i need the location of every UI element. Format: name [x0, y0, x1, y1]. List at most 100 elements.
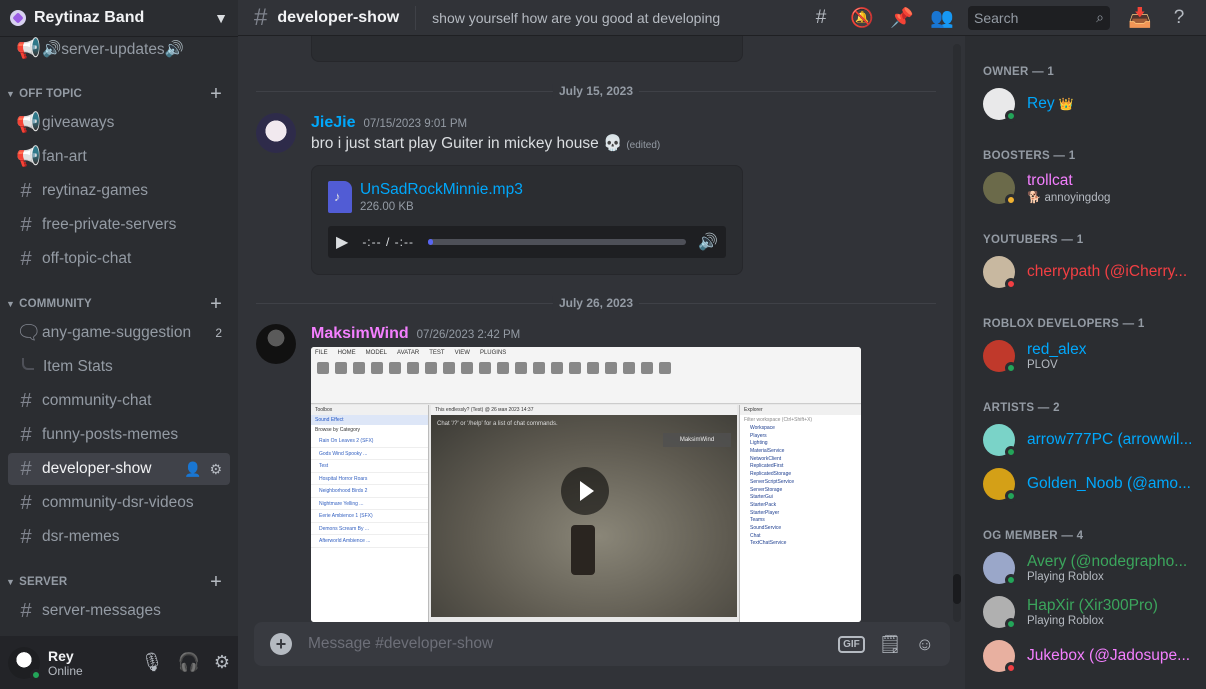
gear-icon[interactable]: ⚙ [214, 652, 230, 673]
member-item[interactable]: HapXir (Xir300Pro) Playing Roblox [983, 592, 1198, 632]
member-item[interactable]: red_alex PLOV [983, 336, 1198, 376]
channel-label: fan-art [42, 148, 87, 165]
gif-button[interactable]: GIF [838, 635, 865, 653]
audio-time: -:-- / -:-- [362, 235, 414, 249]
invite-icon[interactable]: 👤 [184, 461, 201, 478]
chevron-down-icon[interactable]: ▼ [214, 10, 228, 26]
gear-icon[interactable]: ⚙ [209, 461, 222, 478]
channel-developer-show[interactable]: # developer-show 👤 ⚙ [8, 453, 230, 485]
play-icon[interactable] [561, 467, 609, 515]
hash-icon: # [254, 3, 268, 31]
add-channel-icon[interactable]: + [210, 571, 222, 594]
explorer-item: Chat [750, 532, 761, 539]
channel-server-messages[interactable]: # server-messages [8, 595, 230, 627]
audio-progress-bar[interactable] [427, 239, 687, 245]
channel-server-updates[interactable]: 📢 🔊server-updates🔊 [8, 36, 230, 65]
channel-off-topic-chat[interactable]: # off-topic-chat [8, 243, 230, 275]
scrollbar[interactable] [953, 44, 961, 622]
message-input[interactable] [308, 635, 825, 653]
member-name: trollcat [1027, 172, 1073, 189]
edited-label: (edited) [626, 140, 661, 151]
audio-player: ▶ -:-- / -:-- 🔊 [328, 226, 726, 258]
explorer-item: ServerScriptService [750, 478, 795, 485]
headphones-icon[interactable]: 🎧 [177, 652, 199, 673]
emoji-icon[interactable]: ☺ [916, 634, 934, 655]
channel-community-chat[interactable]: # community-chat [8, 385, 230, 417]
member-group-title: OG MEMBER — 4 [983, 530, 1084, 542]
channel-free-private-servers[interactable]: # free-private-servers [8, 209, 230, 241]
ribbon-tools [317, 362, 671, 374]
file-link[interactable]: UnSadRockMinnie.mp3 [360, 181, 523, 199]
channel-dsr-memes[interactable]: # dsr-memes [8, 521, 230, 553]
inbox-icon[interactable]: 📥 [1128, 6, 1152, 30]
channel-fan-art[interactable]: 📢 fan-art [8, 141, 230, 173]
sticker-icon[interactable]: 🗒 [879, 634, 902, 655]
toolbox-item: Neighborhood Birds 2 [311, 485, 428, 498]
toolbox-item: Afterworld Ambience ... [311, 535, 428, 548]
channel-label: 🔊server-updates🔊 [42, 40, 184, 58]
member-item[interactable]: arrow777PC (arrowwil... [983, 420, 1198, 460]
user-panel: Rey Online 🎙 🎧 ⚙ [0, 636, 238, 689]
explorer-item: MaterialService [750, 448, 785, 455]
avatar[interactable] [8, 646, 42, 681]
channel-funny-posts-memes[interactable]: # funny-posts-memes [8, 419, 230, 451]
channel-any-game-suggestion[interactable]: 🗨 any-game-suggestion 2 [8, 317, 230, 349]
search-placeholder: Search [974, 9, 1019, 26]
channel-label: community-dsr-videos [42, 494, 194, 511]
character-figure [571, 525, 595, 575]
message-author[interactable]: JieJie [311, 114, 355, 132]
help-icon[interactable]: ? [1168, 7, 1190, 29]
category-server[interactable]: ▼ SERVER + [0, 571, 238, 594]
add-channel-icon[interactable]: + [210, 293, 222, 316]
channel-sidebar: Reytinaz Band ▼ 📢 🔊server-updates🔊 ▼ OFF… [0, 0, 238, 689]
member-item[interactable]: Golden_Noob (@amo... [983, 464, 1198, 504]
members-icon[interactable]: 👥 [930, 6, 954, 30]
date-label: July 15, 2023 [552, 84, 640, 98]
member-item[interactable]: trollcat 🐕 annoyingdog [983, 168, 1198, 208]
pin-icon[interactable]: 📌 [890, 6, 914, 30]
member-item[interactable]: cherrypath (@iCherry... [983, 252, 1198, 292]
scrollbar-thumb[interactable] [953, 574, 961, 604]
thread-label: Item Stats [43, 358, 113, 375]
channel-reytinaz-games[interactable]: # reytinaz-games [8, 175, 230, 207]
member-name: arrow777PC (arrowwil... [1027, 431, 1193, 448]
message-author[interactable]: MaksimWind [311, 325, 409, 343]
avatar [983, 640, 1017, 674]
toolbox-item: Gods Wind Spooky ... [311, 448, 428, 460]
message-timestamp: 07/26/2023 2:42 PM [416, 329, 521, 341]
mute-icon[interactable]: 🔕 [850, 6, 874, 30]
member-item[interactable]: Jukebox (@Jadosupe... [983, 636, 1198, 676]
date-label: July 26, 2023 [552, 296, 640, 310]
category-off-topic[interactable]: ▼ OFF TOPIC + [0, 83, 238, 106]
ribbon-tab: TEST [429, 350, 445, 356]
member-group-title: ARTISTS — 2 [983, 402, 1060, 414]
volume-icon[interactable]: 🔊 [698, 232, 718, 252]
message-timestamp: 07/15/2023 9:01 PM [363, 118, 468, 130]
server-header[interactable]: Reytinaz Band ▼ [0, 0, 238, 36]
play-icon[interactable]: ▶ [336, 232, 348, 252]
avatar[interactable] [256, 324, 296, 364]
image-attachment[interactable]: FILE HOME MODEL AVATAR TEST VIEW PLUGINS Toolb… [311, 347, 861, 622]
explorer-item: ReplicatedStorage [750, 471, 792, 478]
member-item[interactable]: Avery (@nodegrapho... Playing Roblox [983, 548, 1198, 588]
server-name: Reytinaz Band [34, 9, 145, 26]
status-idle-indicator [1005, 194, 1017, 206]
forum-icon: 🗨 [16, 322, 42, 344]
add-attachment-icon[interactable]: + [270, 633, 292, 655]
hash-icon: # [20, 600, 32, 622]
studio-explorer: Explorer Filter workspace (Ctrl+Shift+X)… [739, 405, 861, 622]
channel-label: free-private-servers [42, 216, 177, 233]
add-channel-icon[interactable]: + [210, 83, 222, 106]
thread-item-stats[interactable]: Item Stats [8, 351, 230, 383]
search-input[interactable]: Search ⌕ [968, 5, 1110, 30]
announcement-icon: 📢 [16, 146, 41, 168]
member-item[interactable]: Rey 👑 [983, 84, 1198, 124]
channel-community-dsr-videos[interactable]: # community-dsr-videos [8, 487, 230, 519]
category-community[interactable]: ▼ COMMUNITY + [0, 293, 238, 316]
channel-giveaways[interactable]: 📢 giveaways [8, 107, 230, 139]
avatar[interactable] [256, 113, 296, 153]
threads-icon[interactable]: # [810, 7, 832, 29]
channel-topic[interactable]: show yourself how are you good at develo… [432, 10, 792, 26]
member-activity: 🐕 annoyingdog [1027, 192, 1111, 204]
mic-icon[interactable]: 🎙 [141, 652, 164, 673]
